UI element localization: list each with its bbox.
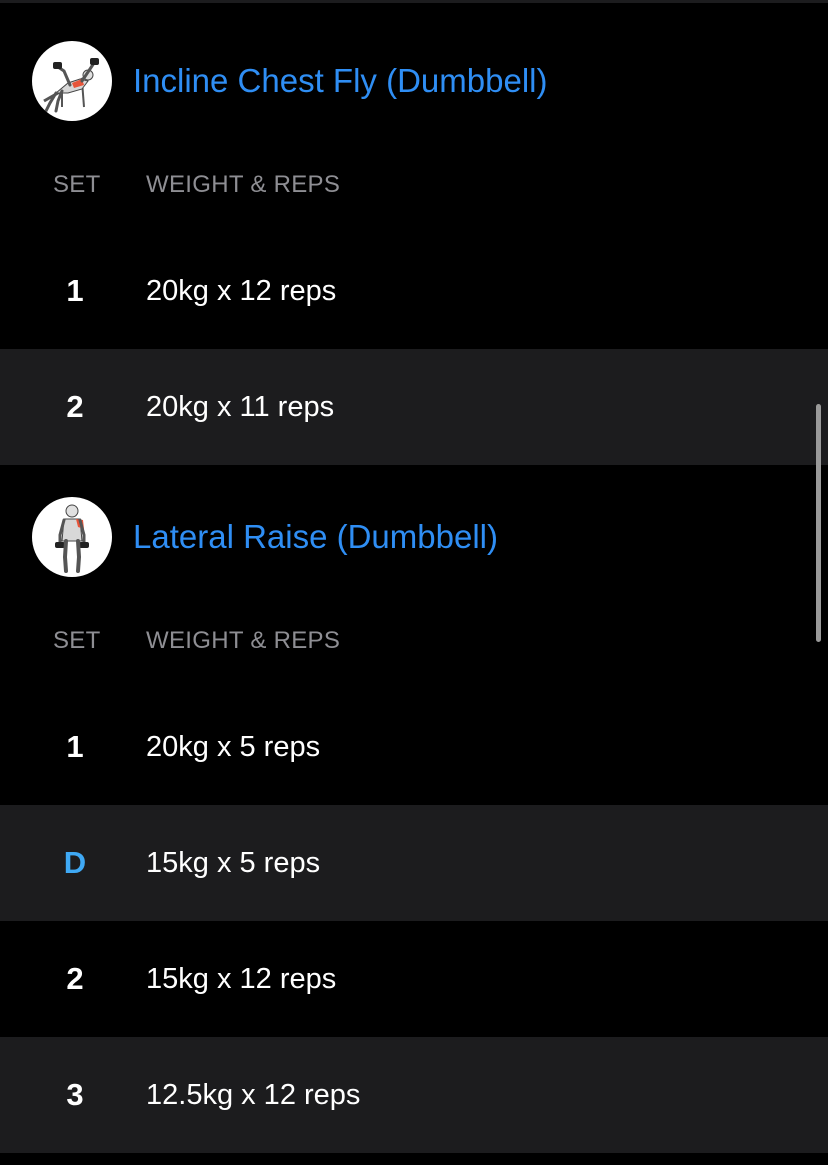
incline-chest-fly-figure-icon [32, 41, 112, 121]
set-weight-reps: 15kg x 5 reps [146, 847, 321, 879]
weight-reps-column-header: WEIGHT & REPS [146, 171, 341, 198]
exercise-card-lateral-raise: Lateral Raise (Dumbbell) SET WEIGHT & RE… [0, 497, 828, 1153]
set-row[interactable]: 3 12.5kg x 12 reps [0, 1037, 828, 1153]
exercise-header[interactable]: Incline Chest Fly (Dumbbell) [0, 41, 828, 121]
set-weight-reps: 12.5kg x 12 reps [146, 1079, 361, 1111]
set-row[interactable]: 1 20kg x 5 reps [0, 689, 828, 805]
exercise-title[interactable]: Lateral Raise (Dumbbell) [133, 497, 498, 577]
set-number: 1 [66, 273, 84, 308]
set-weight-reps: 20kg x 5 reps [146, 731, 321, 763]
set-row[interactable]: 1 20kg x 12 reps [0, 233, 828, 349]
exercise-title[interactable]: Incline Chest Fly (Dumbbell) [133, 41, 547, 121]
set-weight-reps: 20kg x 11 reps [146, 391, 335, 423]
set-number: 1 [66, 729, 84, 764]
weight-reps-column-header: WEIGHT & REPS [146, 627, 341, 654]
sets-column-headers: SET WEIGHT & REPS [0, 165, 828, 205]
set-number: 3 [66, 1077, 84, 1112]
set-weight-reps: 15kg x 12 reps [146, 963, 337, 995]
set-weight-reps: 20kg x 12 reps [146, 275, 337, 307]
drop-set-badge: D [63, 845, 87, 880]
exercise-card-incline-chest-fly: Incline Chest Fly (Dumbbell) SET WEIGHT … [0, 41, 828, 465]
set-column-header: SET [53, 627, 101, 654]
drop-set-row[interactable]: D 15kg x 5 reps [0, 805, 828, 921]
exercise-header[interactable]: Lateral Raise (Dumbbell) [0, 497, 828, 577]
sets-column-headers: SET WEIGHT & REPS [0, 621, 828, 661]
set-row[interactable]: 2 15kg x 12 reps [0, 921, 828, 1037]
set-row[interactable]: 2 20kg x 11 reps [0, 349, 828, 465]
vertical-scrollbar[interactable] [816, 404, 821, 642]
top-divider [0, 0, 828, 3]
set-number: 2 [66, 961, 84, 996]
set-column-header: SET [53, 171, 101, 198]
set-number: 2 [66, 389, 84, 424]
lateral-raise-figure-icon [32, 497, 112, 577]
